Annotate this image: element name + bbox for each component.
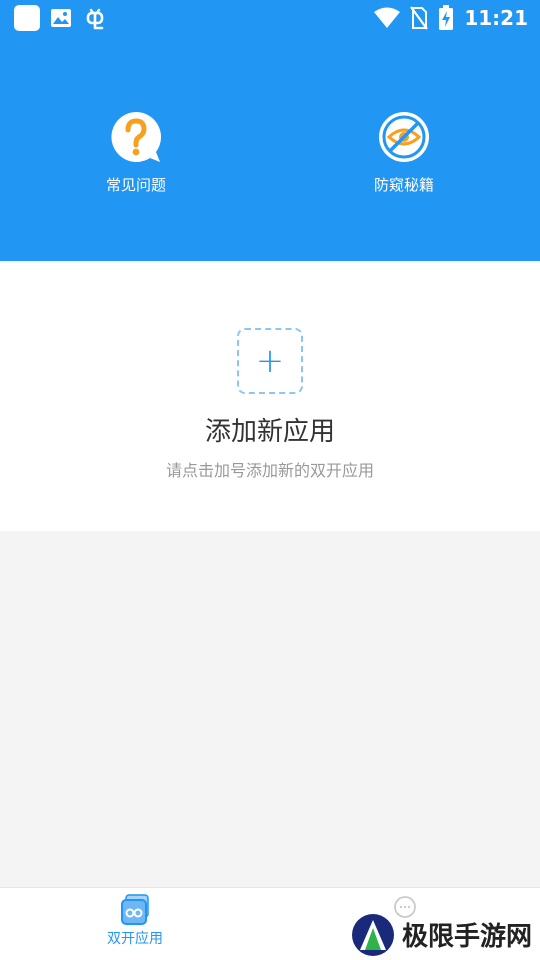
tab-dual-apps-label: 双开应用 (107, 931, 163, 947)
app-square-icon (14, 5, 40, 31)
clock-time: 11:21 (464, 6, 528, 30)
bug-icon (86, 8, 104, 30)
app-list-area (0, 531, 540, 887)
status-right: 11:21 (374, 4, 528, 32)
hero-header: 常见问题 防窥秘籍 (0, 36, 540, 261)
tab-dual-apps[interactable]: 双开应用 (65, 894, 205, 948)
watermark: 极限手游网 (350, 909, 540, 960)
anti-peep-label: 防窥秘籍 (373, 176, 434, 194)
plus-icon: + (255, 341, 285, 381)
battery-charging-icon (439, 5, 454, 30)
add-app-subtitle: 请点击加号添加新的双开应用 (165, 461, 374, 480)
faq-button[interactable]: 常见问题 (66, 110, 206, 195)
anti-peep-tips-button[interactable]: 防窥秘籍 (334, 110, 474, 195)
no-sim-icon (410, 6, 429, 30)
dual-app-icon (121, 894, 149, 925)
status-left (14, 5, 108, 31)
anti-peep-eye-icon (379, 112, 429, 162)
image-icon (51, 9, 71, 27)
question-bubble-icon (111, 112, 161, 162)
faq-label: 常见问题 (105, 176, 166, 194)
wifi-icon (374, 7, 401, 28)
watermark-text: 极限手游网 (402, 922, 533, 952)
add-app-button[interactable]: + (237, 328, 303, 394)
watermark-logo-icon (352, 913, 394, 956)
add-app-card: + 添加新应用 请点击加号添加新的双开应用 (0, 261, 540, 531)
add-app-title: 添加新应用 (204, 417, 335, 447)
status-bar: 11:21 (0, 0, 540, 36)
